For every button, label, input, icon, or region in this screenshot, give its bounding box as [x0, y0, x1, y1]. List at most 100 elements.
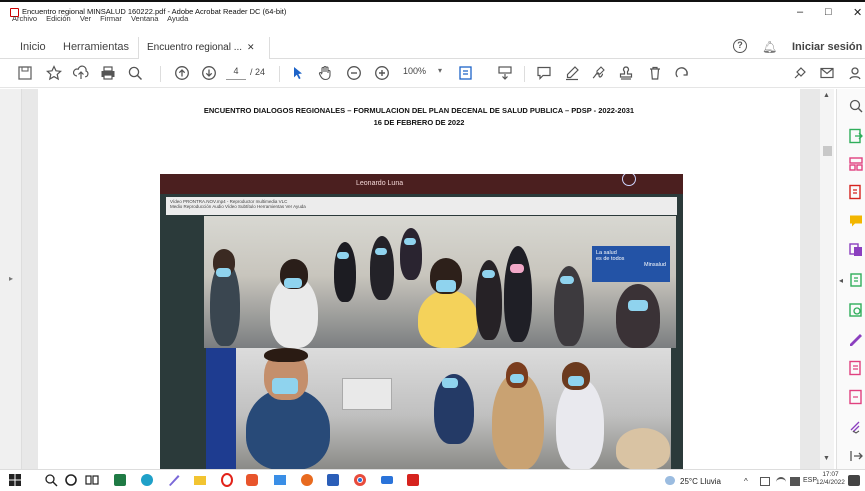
account-icon[interactable] [846, 64, 864, 82]
tab-tools[interactable]: Herramientas [63, 41, 129, 53]
maximize-button[interactable]: □ [825, 6, 832, 18]
menu-item-ventana[interactable]: Ventana [131, 14, 159, 23]
zoom-out-icon[interactable] [345, 64, 363, 82]
combine-files-icon[interactable] [848, 242, 864, 258]
scroll-up-icon[interactable]: ▲ [823, 92, 830, 99]
menu-item-firmar[interactable]: Firmar [100, 14, 122, 23]
minimize-button[interactable]: – [797, 6, 803, 18]
excel-icon[interactable] [113, 473, 127, 487]
tab-home[interactable]: Inicio [20, 41, 46, 53]
chrome-icon[interactable] [353, 473, 367, 487]
zoom-level-select[interactable]: 100% [403, 66, 443, 80]
toolbar-divider [279, 66, 280, 82]
search-tool-icon[interactable] [848, 98, 864, 114]
firefox-icon[interactable] [300, 473, 314, 487]
volume-icon[interactable] [790, 477, 800, 486]
fit-page-icon[interactable] [457, 64, 475, 82]
scan-ocr-icon[interactable] [848, 302, 864, 318]
search-zoom-icon[interactable] [126, 64, 144, 82]
collapse-right-pane-icon[interactable]: ◂ [839, 276, 843, 285]
help-icon[interactable]: ? [733, 39, 747, 53]
highlight-pen-icon[interactable] [563, 64, 581, 82]
tab-close-icon[interactable]: ✕ [247, 42, 255, 53]
clock-date: 12/4/2022 [816, 479, 845, 486]
menu-item-archivo[interactable]: Archivo [12, 14, 37, 23]
more-tools-icon[interactable] [848, 418, 864, 434]
save-icon[interactable] [16, 64, 34, 82]
app-window: Encuentro regional MINSALUD 160222.pdf -… [0, 0, 865, 491]
windows-start-icon[interactable] [8, 473, 22, 487]
hand-icon[interactable] [316, 64, 334, 82]
comment-icon[interactable] [535, 64, 553, 82]
rotate-icon[interactable] [673, 64, 691, 82]
battery-icon[interactable] [760, 477, 770, 486]
office-icon[interactable] [245, 473, 259, 487]
fill-sign-icon[interactable] [848, 331, 864, 347]
toolbar-divider [524, 66, 525, 82]
upload-icon[interactable] [72, 64, 90, 82]
compress-pdf-icon[interactable] [848, 272, 864, 288]
photos-icon[interactable] [273, 473, 287, 487]
menu-item-edicion[interactable]: Edición [46, 14, 71, 23]
page-down-icon[interactable] [200, 64, 218, 82]
tab-document-label: Encuentro regional ... [147, 42, 243, 53]
email-icon[interactable] [818, 64, 836, 82]
comment-tool-icon[interactable] [848, 213, 864, 229]
video-call-header [160, 174, 683, 194]
document-heading: ENCUENTRO DIALOGOS REGIONALES – FORMULAC… [203, 106, 635, 115]
page-count: / 24 [250, 67, 266, 77]
edit-pdf-icon[interactable] [848, 360, 864, 376]
task-view-icon[interactable] [85, 473, 99, 487]
close-button[interactable]: ✕ [853, 6, 862, 19]
menu-item-ayuda[interactable]: Ayuda [167, 14, 188, 23]
speaker-label: Leonardo Luna [356, 180, 404, 187]
read-mode-icon[interactable] [496, 64, 514, 82]
blue-backdrop [206, 348, 236, 470]
menu-bar: Archivo Edición Ver Firmar Ventana Ayuda [12, 14, 195, 23]
menu-item-ver[interactable]: Ver [80, 14, 91, 23]
sign-icon[interactable] [590, 64, 608, 82]
stamp-icon[interactable] [617, 64, 635, 82]
paint-icon[interactable] [167, 473, 181, 487]
language-indicator[interactable]: ESP [803, 477, 817, 484]
delete-icon[interactable] [646, 64, 664, 82]
scrollbar-thumb[interactable] [823, 146, 832, 156]
file-explorer-icon[interactable] [193, 473, 207, 487]
document-date: 16 DE FEBRERO DE 2022 [373, 118, 465, 127]
organize-pages-icon[interactable] [848, 156, 864, 172]
wifi-icon[interactable] [776, 477, 786, 486]
edge-icon[interactable] [140, 473, 154, 487]
signin-link[interactable]: Iniciar sesión [792, 41, 862, 53]
page-up-icon[interactable] [173, 64, 191, 82]
acrobat-taskbar-icon[interactable] [406, 473, 420, 487]
chevron-down-icon[interactable]: ▾ [438, 66, 442, 75]
media-player-menu: Medio Reproducción Audio Vídeo Subtítulo… [170, 204, 306, 209]
scroll-down-icon[interactable]: ▼ [823, 455, 830, 462]
search-icon[interactable] [44, 473, 58, 487]
print-icon[interactable] [99, 64, 117, 82]
word-icon[interactable] [326, 473, 340, 487]
opera-icon[interactable] [220, 473, 234, 487]
export-pdf-icon[interactable] [848, 128, 864, 144]
minsalud-banner: La salud es de todos Minsalud [592, 246, 670, 282]
meeting-room-lower [206, 348, 671, 470]
cortana-icon[interactable] [64, 473, 78, 487]
notification-center-icon[interactable] [848, 475, 860, 486]
expand-left-panel-icon[interactable]: ▸ [9, 274, 13, 283]
create-pdf-icon[interactable] [848, 184, 864, 200]
share-link-icon[interactable] [791, 64, 809, 82]
bookmark-star-icon[interactable] [45, 64, 63, 82]
weather-status[interactable]: 25°C Lluvia [680, 477, 721, 486]
system-clock[interactable]: 17:07 12/4/2022 [816, 471, 845, 487]
select-cursor-icon[interactable] [289, 64, 307, 82]
mail-icon[interactable] [380, 473, 394, 487]
protect-icon[interactable] [848, 389, 864, 405]
page-number-input[interactable]: 4 [226, 66, 246, 80]
clock-time: 17:07 [822, 471, 839, 478]
meeting-room-upper: La salud es de todos Minsalud [204, 216, 676, 348]
tray-overflow-icon[interactable]: ^ [744, 477, 748, 486]
notification-bell-icon[interactable]: 🔔︎ [762, 40, 777, 54]
pin-pane-icon[interactable] [848, 448, 864, 464]
zoom-in-icon[interactable] [373, 64, 391, 82]
meeting-photo: Leonardo Luna Vídeo PRONTRA.NOV.mp4 - Re… [160, 174, 683, 470]
